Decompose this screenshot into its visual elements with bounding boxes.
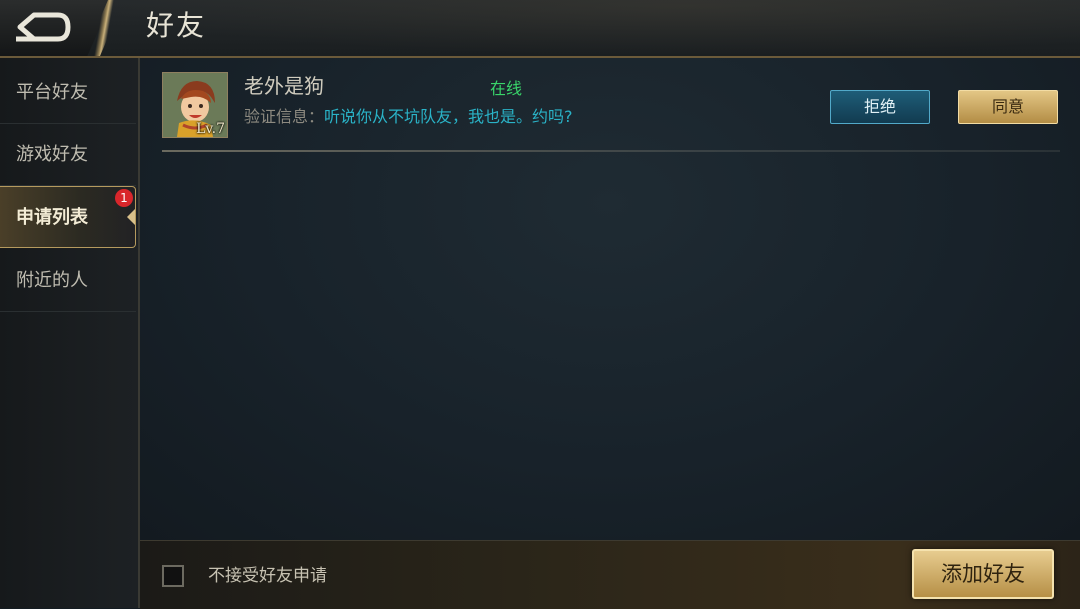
sidebar-item-label: 附近的人 [16, 270, 88, 291]
row-divider [162, 150, 1060, 152]
notification-badge: 1 [115, 189, 133, 207]
verification-label: 验证信息： [244, 107, 325, 126]
active-indicator-icon [127, 209, 135, 225]
sidebar: 平台好友 游戏好友 申请列表 1 附近的人 [0, 58, 140, 608]
verification-message: 听说你从不坑队友，我也是。约吗? [324, 107, 573, 126]
back-arrow-icon [16, 12, 71, 42]
request-list-panel: Lv.7 老外是狗 在线 验证信息：听说你从不坑队友，我也是。约吗? 拒绝 同意 [140, 58, 1080, 540]
avatar[interactable]: Lv.7 [162, 72, 228, 138]
sidebar-item-platform-friends[interactable]: 平台好友 [0, 62, 136, 124]
sidebar-item-label: 申请列表 [16, 207, 88, 228]
sidebar-item-request-list[interactable]: 申请列表 1 [0, 186, 136, 248]
reject-requests-checkbox[interactable] [162, 565, 184, 587]
friend-request-row: Lv.7 老外是狗 在线 验证信息：听说你从不坑队友，我也是。约吗? 拒绝 同意 [162, 72, 1060, 156]
player-level: Lv.7 [196, 121, 225, 137]
sidebar-item-label: 平台好友 [16, 82, 88, 103]
sidebar-item-label: 游戏好友 [16, 144, 88, 165]
verification-info: 验证信息：听说你从不坑队友，我也是。约吗? [244, 106, 573, 128]
online-status: 在线 [490, 79, 523, 98]
page-title: 好友 [146, 9, 207, 42]
reject-requests-label: 不接受好友申请 [208, 566, 327, 586]
bottom-bar: 不接受好友申请 添加好友 [140, 540, 1080, 609]
sidebar-item-nearby-people[interactable]: 附近的人 [0, 250, 136, 312]
sidebar-item-game-friends[interactable]: 游戏好友 [0, 124, 136, 186]
add-friend-button[interactable]: 添加好友 [912, 549, 1054, 599]
top-bar: 好友 [0, 0, 1080, 58]
accept-button[interactable]: 同意 [958, 90, 1058, 124]
reject-button[interactable]: 拒绝 [830, 90, 930, 124]
requester-name: 老外是狗 [244, 74, 324, 98]
